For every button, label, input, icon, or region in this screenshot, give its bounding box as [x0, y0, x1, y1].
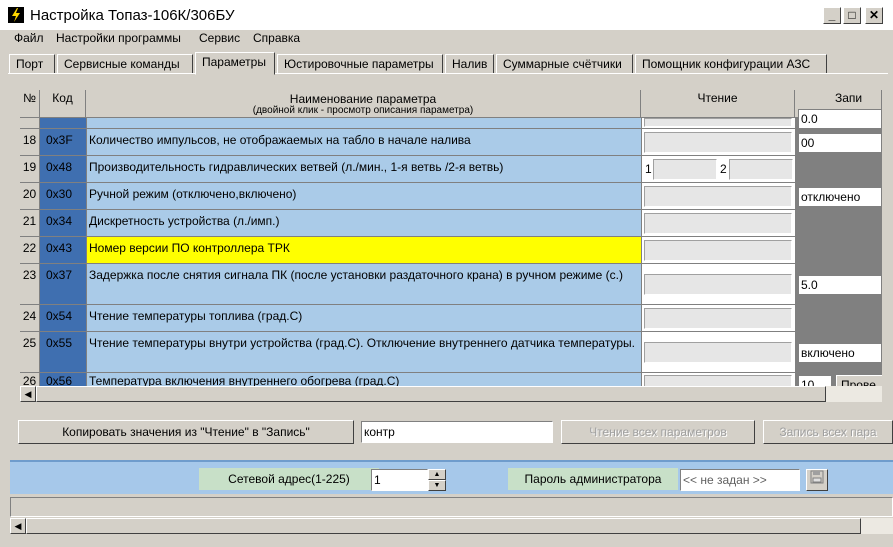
write-field[interactable]: 5.0 [798, 275, 882, 295]
copy-read-to-write-button[interactable]: Копировать значения из "Чтение" в "Запис… [18, 420, 354, 444]
scroll-left-icon[interactable]: ◀ [20, 386, 36, 402]
tab-port[interactable]: Порт [9, 54, 55, 74]
close-button[interactable]: ✕ [865, 7, 883, 24]
tab-parameters[interactable]: Параметры [195, 52, 275, 75]
save-password-button[interactable] [806, 469, 828, 491]
tab-config-assistant[interactable]: Помощник конфигурации АЗС [635, 54, 827, 74]
scroll-thumb[interactable] [26, 518, 861, 534]
scroll-thumb[interactable] [36, 386, 826, 402]
read-field [644, 274, 792, 295]
network-address-input[interactable]: 1 [371, 469, 428, 491]
chevron-down-icon[interactable]: ▼ [428, 480, 446, 491]
header-name[interactable]: Наименование параметра (двойной клик - п… [86, 90, 641, 118]
minimize-button[interactable]: _ [823, 7, 841, 24]
menu-bar: Файл Настройки программы Сервис Справка [0, 30, 893, 48]
read-field [644, 375, 792, 386]
write-field-partial[interactable]: 0.0 [798, 109, 882, 129]
network-address-label: Сетевой адрес(1-225) [199, 468, 379, 490]
header-name-title: Наименование параметра [289, 92, 437, 106]
search-input[interactable]: контр [361, 421, 553, 443]
title-bar: Настройка Топаз-106К/306БУ _ □ ✕ [0, 0, 893, 30]
header-name-subtitle: (двойной клик - просмотр описания параме… [252, 105, 474, 116]
table-row[interactable]: 26 0x56 Температура включения внутреннег… [20, 373, 882, 386]
table-row[interactable]: 24 0x54 Чтение температуры топлива (град… [20, 305, 882, 332]
table-row[interactable]: 21 0x34 Дискретность устройства (л./имп.… [20, 210, 882, 237]
floppy-icon [810, 470, 824, 484]
read-field [644, 213, 792, 234]
lightning-icon [8, 7, 24, 23]
maximize-button[interactable]: □ [843, 7, 861, 24]
chevron-up-icon[interactable]: ▲ [428, 469, 446, 480]
header-code[interactable]: Код [40, 90, 86, 118]
branch1-label: 1 [645, 162, 652, 176]
table-row[interactable]: 23 0x37 Задержка после снятия сигнала ПК… [20, 264, 882, 305]
check-button[interactable]: Прове [836, 375, 882, 386]
bottom-panel: Сетевой адрес(1-225) 1 ▲ ▼ Пароль админи… [10, 460, 893, 494]
table-row-selected[interactable]: 22 0x43 Номер версии ПО контроллера ТРК [20, 237, 882, 264]
write-all-button[interactable]: Запись всех пара [763, 420, 893, 444]
menu-help[interactable]: Справка [253, 31, 300, 45]
window-title: Настройка Топаз-106К/306БУ [30, 7, 235, 24]
read-field-branch2 [729, 159, 793, 180]
write-field[interactable]: 10 [798, 375, 832, 386]
read-field-branch1 [653, 159, 717, 180]
read-field [644, 308, 792, 329]
header-num[interactable]: № [20, 90, 40, 118]
tab-service-commands[interactable]: Сервисные команды [57, 54, 193, 74]
read-field [644, 132, 792, 153]
window-horizontal-scrollbar[interactable]: ◀ [10, 518, 893, 534]
branch2-label: 2 [720, 162, 727, 176]
admin-password-field[interactable]: << не задан >> [680, 469, 800, 491]
write-field[interactable]: включено [798, 343, 882, 363]
parameters-grid[interactable]: № Код Наименование параметра (двойной кл… [20, 90, 882, 386]
network-address-stepper[interactable]: ▲ ▼ [428, 469, 446, 491]
header-read[interactable]: Чтение [641, 90, 795, 118]
menu-program-settings[interactable]: Настройки программы [56, 31, 181, 45]
menu-service[interactable]: Сервис [199, 31, 240, 45]
table-row[interactable]: 20 0x30 Ручной режим (отключено,включено… [20, 183, 882, 210]
write-field[interactable]: отключено [798, 187, 882, 207]
table-row-partial[interactable]: 0.0 [20, 109, 882, 129]
tab-totals[interactable]: Суммарные счётчики [496, 54, 633, 74]
status-bar [10, 497, 893, 517]
table-row[interactable]: 19 0x48 Производительность гидравлически… [20, 156, 882, 183]
admin-password-label: Пароль администратора [508, 468, 678, 490]
read-field [644, 240, 792, 261]
tab-divider [8, 73, 888, 74]
write-field[interactable]: 00 [798, 133, 882, 153]
tab-filling[interactable]: Налив [445, 54, 494, 74]
read-field [644, 342, 792, 363]
tab-strip: Порт Сервисные команды Параметры Юстиров… [0, 52, 893, 75]
table-row[interactable]: 25 0x55 Чтение температуры внутри устрой… [20, 332, 882, 373]
read-field [644, 186, 792, 207]
tab-calibration[interactable]: Юстировочные параметры [277, 54, 443, 74]
menu-file[interactable]: Файл [14, 31, 44, 45]
table-row[interactable]: 18 0x3F Количество импульсов, не отображ… [20, 129, 882, 156]
grid-horizontal-scrollbar[interactable]: ◀ [20, 386, 882, 402]
scroll-left-icon[interactable]: ◀ [10, 518, 26, 534]
read-all-button[interactable]: Чтение всех параметров [561, 420, 755, 444]
